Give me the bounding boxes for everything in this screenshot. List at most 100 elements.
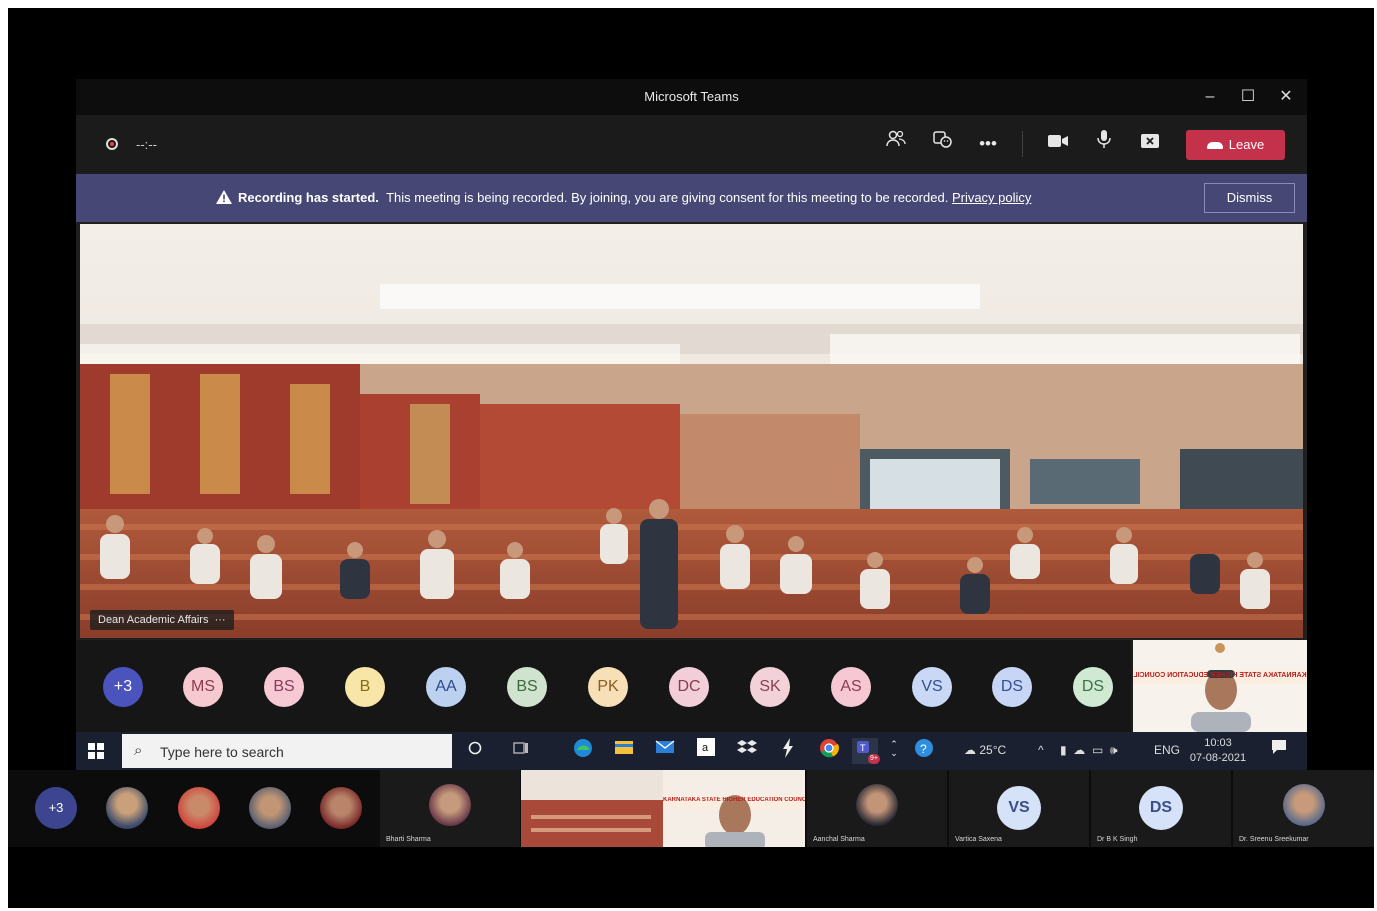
- participant-initials: VS: [921, 678, 943, 695]
- gallery-initials: VS: [997, 786, 1041, 830]
- self-video-thumbnail[interactable]: KARNATAKA STATE HIGHER EDUCATION COUNCIL: [1133, 640, 1307, 732]
- cloud-icon: ☁: [964, 743, 976, 757]
- stop-share-icon: [1141, 134, 1159, 148]
- dropbox-icon[interactable]: [734, 738, 760, 764]
- svg-text:T: T: [860, 743, 866, 753]
- scroll-arrows-icon[interactable]: ⌃ ⌄: [886, 738, 902, 764]
- close-button[interactable]: ✕: [1271, 85, 1301, 109]
- onedrive-icon: ☁: [1073, 743, 1086, 757]
- participant-initials: +3: [113, 678, 133, 695]
- teams-window: Microsoft Teams – ☐ ✕ --:-- ••• Leave Re…: [76, 79, 1307, 732]
- gallery-tile-name: Bharti Sharma: [386, 836, 431, 843]
- notification-icon[interactable]: [1266, 738, 1292, 764]
- participant-initials: MS: [191, 678, 215, 695]
- gallery-avatar-photo[interactable]: [178, 787, 220, 829]
- participants-button[interactable]: [880, 129, 912, 159]
- clock-time: 10:03: [1204, 737, 1232, 749]
- phone-hangup-icon: [1206, 142, 1223, 150]
- gallery-tile-speaker[interactable]: KARNATAKA STATE HIGHER EDUCATION COUNCIL: [663, 770, 805, 847]
- share-screen-button[interactable]: [1134, 129, 1166, 159]
- windows-start-button[interactable]: [88, 743, 104, 759]
- participant-initials: AS: [840, 678, 862, 695]
- gallery-tile[interactable]: Aanchal Sharma: [807, 770, 947, 847]
- gallery-tile[interactable]: Bharti Sharma: [380, 770, 520, 847]
- edge-icon[interactable]: [570, 738, 596, 764]
- participant-avatar[interactable]: VS: [912, 667, 952, 707]
- minimize-button[interactable]: –: [1195, 85, 1225, 109]
- task-view-icon[interactable]: [508, 738, 534, 764]
- search-placeholder: Type here to search: [160, 744, 284, 760]
- chrome-icon[interactable]: [816, 738, 842, 764]
- reactions-button[interactable]: [926, 129, 958, 159]
- battery-icon: ▭: [1091, 743, 1104, 757]
- gallery-avatar-photo[interactable]: [106, 787, 148, 829]
- tray-chevron-icon[interactable]: ^: [1038, 743, 1044, 757]
- participant-avatar[interactable]: DC: [669, 667, 709, 707]
- gallery-tile-name: Aanchal Sharma: [813, 836, 865, 843]
- maximize-button[interactable]: ☐: [1233, 85, 1263, 109]
- participant-initials: DS: [1081, 678, 1105, 695]
- banner-bold-text: Recording has started.: [238, 190, 379, 205]
- microphone-icon: [1097, 130, 1111, 148]
- gallery-overflow[interactable]: +3: [35, 787, 77, 829]
- taskbar-clock[interactable]: 10:03 07-08-2021: [1183, 736, 1253, 766]
- teams-taskbar-icon[interactable]: T 9+: [852, 738, 880, 764]
- participant-avatar[interactable]: BS: [264, 667, 304, 707]
- gallery-initials: DS: [1139, 786, 1183, 830]
- dismiss-button[interactable]: Dismiss: [1204, 183, 1295, 213]
- warning-icon: [216, 190, 232, 204]
- mail-icon[interactable]: [652, 738, 678, 764]
- gallery-tile[interactable]: VS Vartica Saxena: [949, 770, 1089, 847]
- participant-avatar[interactable]: AS: [831, 667, 871, 707]
- windows-taskbar: ⌕ Type here to search a T 9+ ⌃ ⌄ ? ☁ 25°C …: [76, 732, 1307, 770]
- leave-button[interactable]: Leave: [1186, 130, 1285, 160]
- gallery-tile-name: Vartica Saxena: [955, 836, 1002, 843]
- toolbar-divider: [1022, 131, 1023, 157]
- amazon-icon[interactable]: a: [693, 738, 719, 764]
- banner-message: Recording has started. This meeting is b…: [216, 190, 1031, 205]
- cortana-icon[interactable]: [462, 738, 488, 764]
- bolt-app-icon[interactable]: [775, 738, 801, 764]
- participant-avatar[interactable]: PK: [588, 667, 628, 707]
- participant-avatar[interactable]: B: [345, 667, 385, 707]
- recording-banner: Recording has started. This meeting is b…: [76, 174, 1307, 222]
- teams-badge: 9+: [868, 754, 880, 764]
- participant-avatar[interactable]: DS: [1073, 667, 1113, 707]
- outer-gallery-strip: +3 Bharti Sharma KARNATAKA STATE HIGHER …: [8, 770, 1374, 847]
- participant-initials: BS: [516, 678, 538, 695]
- participant-initials: AA: [435, 678, 457, 695]
- gallery-tile-auditorium[interactable]: [521, 770, 663, 847]
- gallery-avatar-photo[interactable]: [320, 787, 362, 829]
- participant-avatar[interactable]: SK: [750, 667, 790, 707]
- help-icon[interactable]: ?: [911, 738, 937, 764]
- privacy-policy-link[interactable]: Privacy policy: [952, 190, 1031, 205]
- participant-initials: PK: [597, 678, 619, 695]
- gallery-avatar-photo[interactable]: [249, 787, 291, 829]
- participant-avatar[interactable]: AA: [426, 667, 466, 707]
- weather-widget[interactable]: ☁ 25°C: [964, 743, 1006, 757]
- gallery-tile-name: Dr. Sreenu Sreekumar: [1239, 836, 1309, 843]
- more-actions-button[interactable]: •••: [972, 129, 1004, 159]
- camera-button[interactable]: [1042, 129, 1074, 159]
- svg-text:a: a: [702, 742, 709, 754]
- clock-date: 07-08-2021: [1189, 752, 1247, 764]
- window-title: Microsoft Teams: [644, 89, 739, 104]
- participant-overflow[interactable]: +3: [103, 667, 143, 707]
- participant-avatar[interactable]: MS: [183, 667, 223, 707]
- tray-icons[interactable]: ▮ ☁ ▭ 🕪: [1060, 743, 1118, 758]
- participant-initials: SK: [759, 678, 781, 695]
- taskbar-search-box[interactable]: ⌕ Type here to search: [122, 734, 452, 768]
- microphone-button[interactable]: [1088, 129, 1120, 159]
- participant-avatar[interactable]: DS: [992, 667, 1032, 707]
- gallery-tile[interactable]: DS Dr B K Singh: [1091, 770, 1231, 847]
- camera-icon: [1048, 135, 1068, 147]
- gallery-avatar-photo: [856, 784, 898, 826]
- gallery-tile[interactable]: Dr. Sreenu Sreekumar: [1233, 770, 1374, 847]
- leave-label: Leave: [1228, 137, 1265, 152]
- participant-avatar[interactable]: BS: [507, 667, 547, 707]
- file-explorer-icon[interactable]: [611, 738, 637, 764]
- gallery-tile-name: Dr B K Singh: [1097, 836, 1138, 843]
- svg-text:?: ?: [920, 742, 927, 756]
- language-indicator[interactable]: ENG: [1154, 743, 1180, 757]
- speaker-more-icon[interactable]: ···: [215, 614, 226, 626]
